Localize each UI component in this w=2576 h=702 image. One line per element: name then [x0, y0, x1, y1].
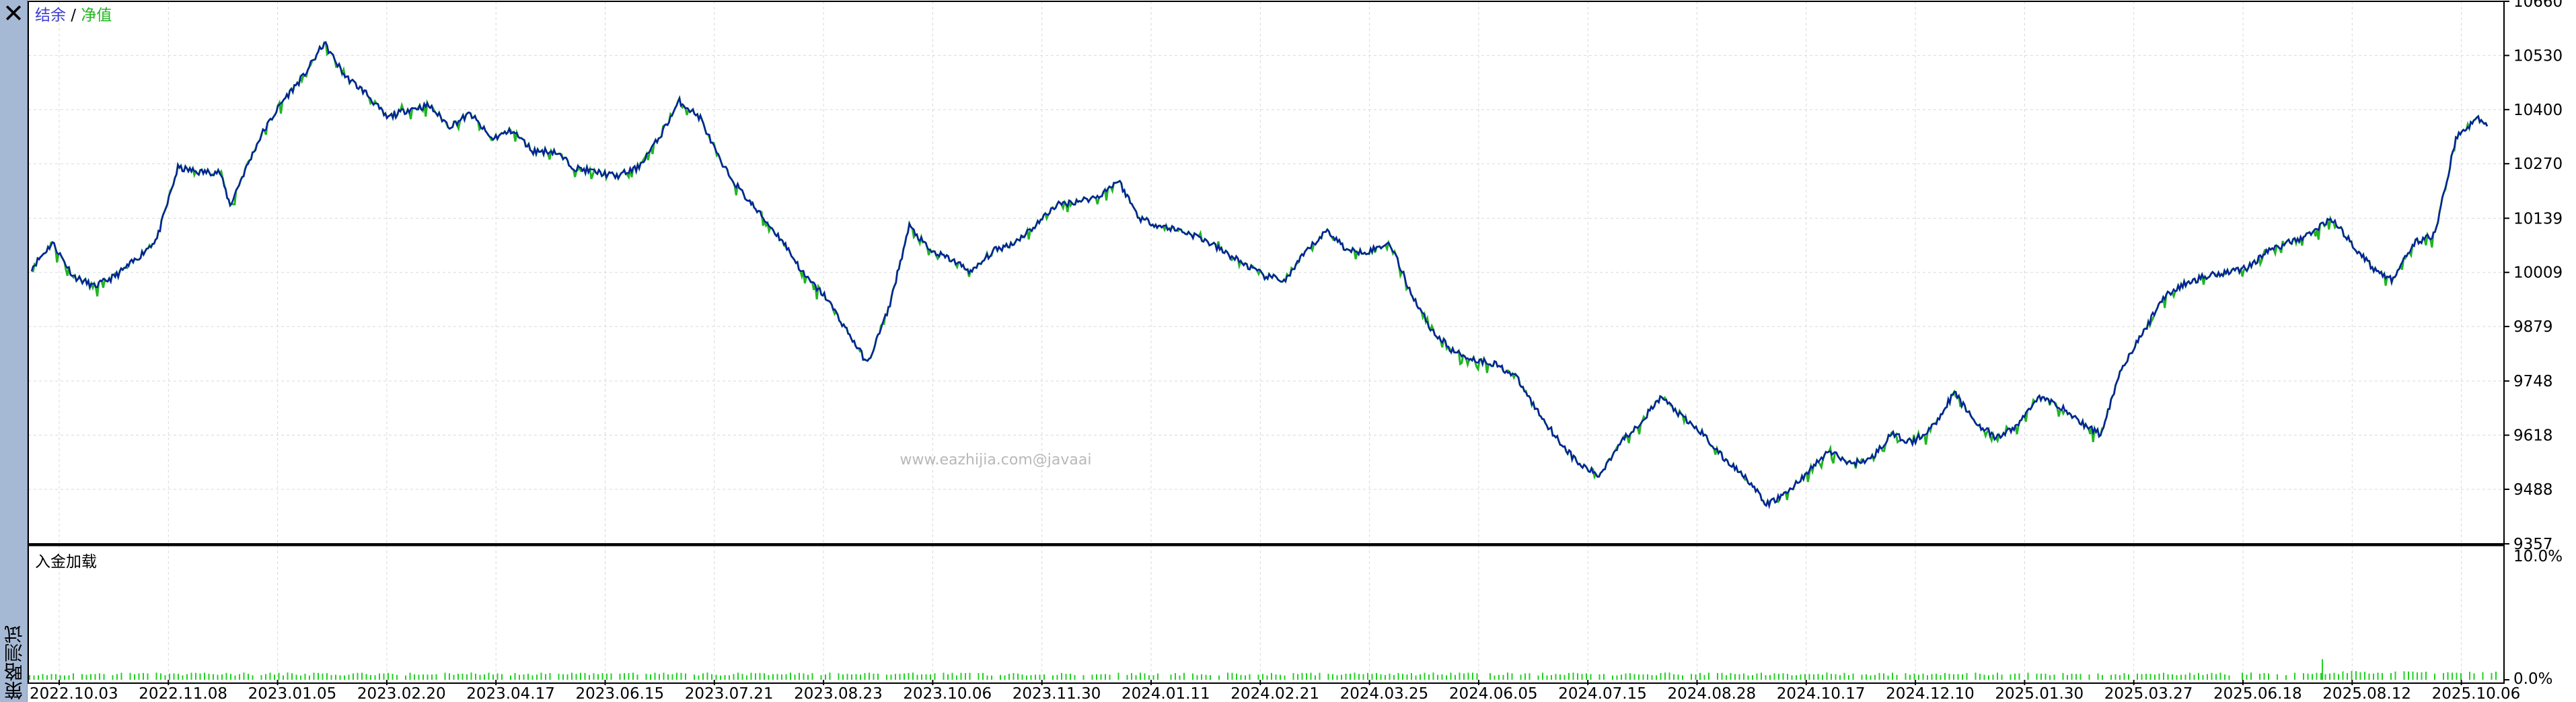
- x-tick-label: 2024.06.05: [1449, 685, 1538, 702]
- x-tick-label: 2024.02.21: [1230, 685, 1319, 702]
- legend: 结余 / 净值: [35, 7, 112, 24]
- watermark-text: www.eazhijia.com@javaai: [900, 452, 1092, 468]
- x-tick-label: 2023.01.05: [248, 685, 337, 702]
- y-tick-label: 10660: [2513, 0, 2563, 11]
- legend-equity: 净值: [81, 7, 112, 24]
- series-lines: [30, 41, 2489, 510]
- x-tick-label: 2023.06.15: [576, 685, 665, 702]
- chart-grid: [28, 1, 2504, 680]
- x-tick-label: 2023.07.21: [685, 685, 774, 702]
- x-tick-label: 2024.07.15: [1558, 685, 1647, 702]
- y-tick-label: 10530: [2513, 47, 2563, 65]
- x-tick-label: 2025.01.30: [1995, 685, 2084, 702]
- x-tick-label: 2023.02.20: [357, 685, 446, 702]
- x-tick-label: 2025.03.27: [2104, 685, 2193, 702]
- x-tick-label: 2024.10.17: [1777, 685, 1866, 702]
- x-tick-label: 2024.12.10: [1886, 685, 1975, 702]
- balance-equity-chart: 10660 10530 10400 10270 10139 10009 9879 9748 96…: [28, 0, 2563, 702]
- x-tick-label: 2023.11.30: [1013, 685, 1101, 702]
- x-tick-label: 2025.10.06: [2432, 685, 2521, 702]
- x-tick-label: 2023.10.06: [903, 685, 992, 702]
- legend-separator: /: [66, 7, 81, 24]
- x-tick-label: 2024.01.11: [1121, 685, 1210, 702]
- x-tick-label: 2022.11.08: [139, 685, 227, 702]
- y-tick-label: 10400: [2513, 102, 2563, 119]
- x-tick-label: 2022.10.03: [30, 685, 118, 702]
- y-axis-ticks: 10660 10530 10400 10270 10139 10009 9879 9748 96…: [2504, 0, 2563, 688]
- x-tick-label: 2024.03.25: [1340, 685, 1429, 702]
- x-tick-label: 2024.08.28: [1668, 685, 1757, 702]
- load-tick-label: 10.0%: [2513, 548, 2563, 565]
- deposit-load-bars: [29, 659, 2497, 680]
- legend-balance: 结余: [35, 7, 66, 24]
- y-tick-label: 9618: [2513, 427, 2553, 445]
- y-tick-label: 9879: [2513, 318, 2553, 336]
- y-tick-label: 9748: [2513, 373, 2553, 390]
- y-tick-label: 10009: [2513, 265, 2563, 282]
- strategy-tester-graph: ✕ 策略测试 10660 10530 10400 10270 10139 10009 987…: [0, 0, 2576, 702]
- x-tick-label: 2023.08.23: [794, 685, 883, 702]
- x-tick-label: 2023.04.17: [466, 685, 555, 702]
- y-tick-label: 10270: [2513, 155, 2563, 173]
- load-chart-title: 入金加载: [35, 553, 97, 571]
- y-tick-label: 9488: [2513, 481, 2553, 499]
- load-chart-frame: [28, 545, 2505, 684]
- x-tick-label: 2025.06.18: [2213, 685, 2302, 702]
- x-tick-label: 2025.08.12: [2322, 685, 2411, 702]
- y-tick-label: 10139: [2513, 210, 2563, 227]
